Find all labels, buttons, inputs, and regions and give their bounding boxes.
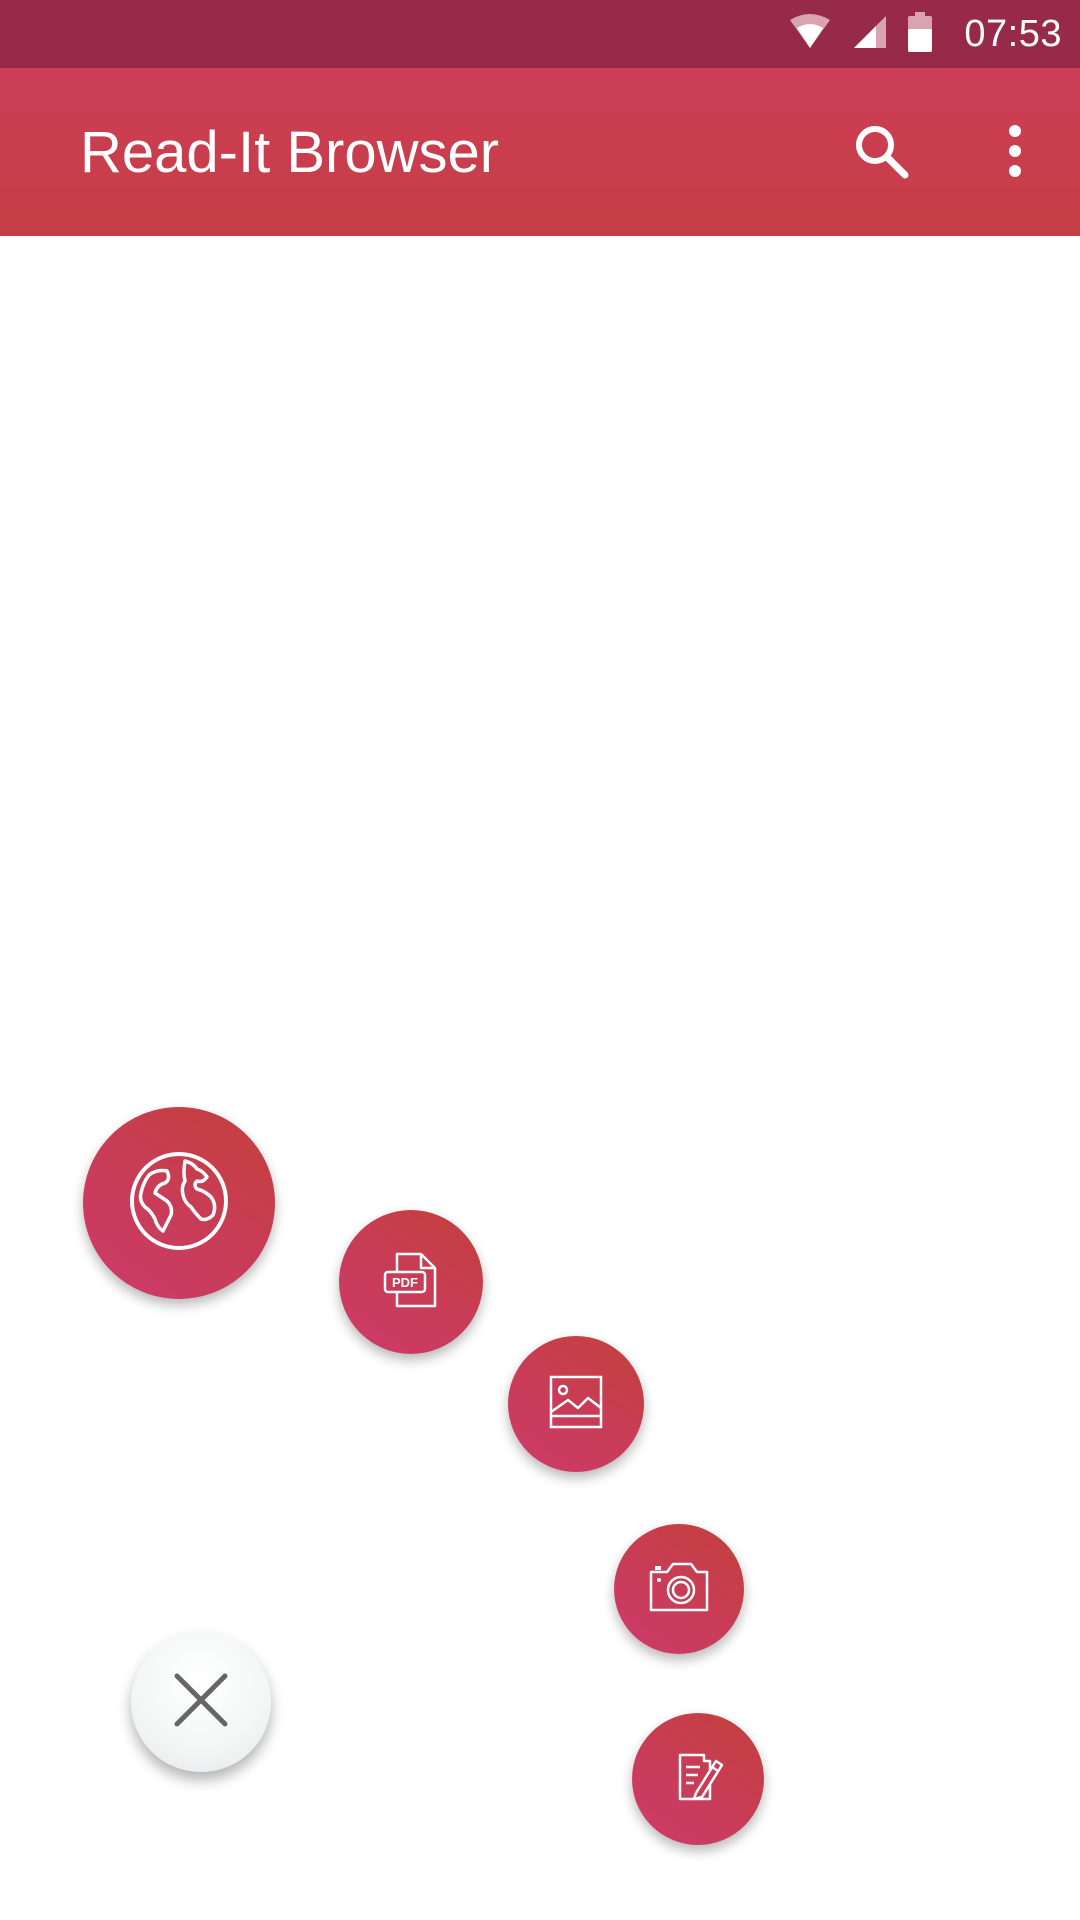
app-title: Read-It Browser — [80, 120, 500, 185]
status-icons: 07:53 — [788, 0, 1062, 68]
note-edit-icon — [670, 1749, 726, 1810]
close-icon — [171, 1670, 231, 1735]
write-note-button[interactable] — [632, 1713, 764, 1845]
wifi-icon — [788, 13, 832, 55]
pdf-label: PDF — [392, 1275, 418, 1290]
more-vert-icon — [1005, 123, 1025, 184]
screen: 07:53 Read-It Browser PDF — [0, 0, 1080, 1920]
status-time: 07:53 — [964, 12, 1062, 55]
pdf-file-icon: PDF — [381, 1250, 441, 1315]
open-image-button[interactable] — [508, 1336, 644, 1472]
cell-signal-icon — [852, 14, 888, 55]
search-icon — [851, 121, 911, 186]
app-bar: Read-It Browser — [0, 68, 1080, 236]
more-options-button[interactable] — [970, 108, 1060, 198]
close-menu-button[interactable] — [131, 1632, 271, 1772]
open-pdf-button[interactable]: PDF — [339, 1210, 483, 1354]
battery-icon — [908, 11, 933, 57]
status-bar: 07:53 — [0, 0, 1080, 68]
camera-icon — [647, 1560, 711, 1619]
camera-button[interactable] — [614, 1524, 744, 1654]
image-icon — [548, 1374, 604, 1435]
search-button[interactable] — [836, 108, 926, 198]
globe-icon — [127, 1149, 231, 1258]
browse-web-button[interactable] — [83, 1107, 275, 1299]
